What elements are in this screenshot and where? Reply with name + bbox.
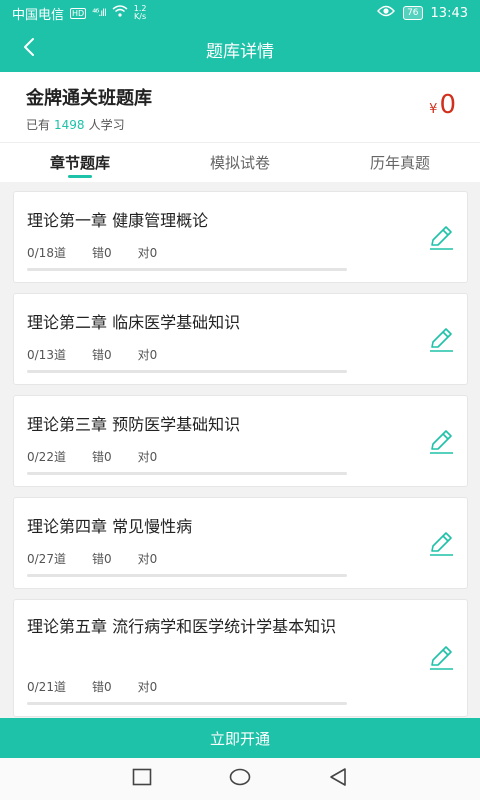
chapter-stats: 0/22道 错0 对0 (27, 448, 183, 465)
progress-bar (27, 472, 347, 475)
network-speed: 1.2 K/s (134, 5, 147, 21)
right-count: 对0 (137, 348, 158, 362)
tab-past-exams[interactable]: 历年真题 (320, 143, 480, 182)
learners-suffix: 人学习 (88, 118, 125, 132)
question-progress: 0/21道 (27, 680, 66, 694)
activate-now-button[interactable]: 立即开通 (0, 718, 480, 758)
progress-bar (27, 370, 347, 373)
chapter-title: 理论第二章 临床医学基础知识 (27, 313, 241, 332)
right-count: 对0 (137, 680, 158, 694)
status-bar: 中国电信 HD ⁴⁶.ıll 1.2 K/s 76 13:43 (0, 0, 480, 26)
system-nav-bar (0, 758, 480, 800)
question-progress: 0/27道 (27, 552, 66, 566)
edit-pencil-icon (427, 430, 455, 460)
back-nav-button[interactable] (325, 766, 351, 792)
chapter-stats: 0/13道 错0 对0 (27, 346, 183, 363)
eye-icon (377, 5, 396, 21)
right-count: 对0 (137, 552, 158, 566)
chapter-stats: 0/18道 错0 对0 (27, 244, 183, 261)
signal-icon: ⁴⁶.ıll (92, 7, 106, 19)
course-info-panel: 金牌通关班题库 已有 1498 人学习 ¥ 0 (0, 72, 480, 142)
carrier-label: 中国电信 (12, 7, 65, 23)
page-title: 题库详情 (206, 41, 274, 62)
tab-chapter-questions[interactable]: 章节题库 (0, 143, 160, 182)
edit-button[interactable] (427, 644, 455, 672)
battery-indicator: 76 (403, 6, 423, 20)
edit-button[interactable] (427, 530, 455, 558)
chapter-card[interactable]: 理论第二章 临床医学基础知识 0/13道 错0 对0 (13, 293, 468, 385)
hd-badge: HD (70, 7, 87, 19)
chapter-card[interactable]: 理论第四章 常见慢性病 0/27道 错0 对0 (13, 497, 468, 589)
chapter-title: 理论第五章 流行病学和医学统计学基本知识 (27, 617, 337, 636)
learners-prefix: 已有 (26, 118, 51, 132)
chapter-stats: 0/21道 错0 对0 (27, 678, 183, 695)
right-count: 对0 (137, 246, 158, 260)
wrong-count: 错0 (91, 246, 112, 260)
edit-pencil-icon (427, 646, 455, 676)
wifi-icon (112, 5, 128, 21)
home-button[interactable] (227, 766, 253, 792)
progress-bar (27, 268, 347, 271)
progress-bar (27, 702, 347, 705)
right-count: 对0 (137, 450, 158, 464)
chapter-stats: 0/27道 错0 对0 (27, 550, 183, 567)
edit-button[interactable] (427, 326, 455, 354)
question-progress: 0/22道 (27, 450, 66, 464)
nav-circle-icon (229, 768, 251, 790)
price-value: 0 (439, 90, 456, 120)
course-title: 金牌通关班题库 (26, 88, 152, 109)
wrong-count: 错0 (91, 348, 112, 362)
back-arrow-icon (22, 37, 36, 61)
progress-bar (27, 574, 347, 577)
nav-square-icon (132, 768, 152, 790)
back-button[interactable] (14, 34, 44, 64)
edit-button[interactable] (427, 428, 455, 456)
question-progress: 0/13道 (27, 348, 66, 362)
question-progress: 0/18道 (27, 246, 66, 260)
chapter-title: 理论第一章 健康管理概论 (27, 211, 209, 230)
chapter-title: 理论第四章 常见慢性病 (27, 517, 193, 536)
chapter-card[interactable]: 理论第一章 健康管理概论 0/18道 错0 对0 (13, 191, 468, 283)
tab-bar: 章节题库 模拟试卷 历年真题 (0, 142, 480, 182)
clock: 13:43 (430, 5, 468, 21)
wrong-count: 错0 (91, 680, 112, 694)
wrong-count: 错0 (91, 552, 112, 566)
wrong-count: 错0 (91, 450, 112, 464)
chapter-card[interactable]: 理论第五章 流行病学和医学统计学基本知识 0/21道 错0 对0 (13, 599, 468, 717)
chapter-title: 理论第三章 预防医学基础知识 (27, 415, 241, 434)
nav-triangle-icon (328, 767, 348, 791)
edit-button[interactable] (427, 224, 455, 252)
learner-count-text: 已有 1498 人学习 (26, 116, 125, 133)
currency-symbol: ¥ (429, 102, 438, 117)
speed-unit: K/s (134, 12, 147, 21)
learners-count: 1498 (54, 118, 85, 132)
edit-pencil-icon (427, 532, 455, 562)
recent-apps-button[interactable] (129, 766, 155, 792)
edit-pencil-icon (427, 226, 455, 256)
edit-pencil-icon (427, 328, 455, 358)
chapter-card[interactable]: 理论第三章 预防医学基础知识 0/22道 错0 对0 (13, 395, 468, 487)
price-tag: ¥ 0 (429, 90, 456, 120)
app-header: 题库详情 (0, 26, 480, 72)
tab-mock-exams[interactable]: 模拟试卷 (160, 143, 320, 182)
